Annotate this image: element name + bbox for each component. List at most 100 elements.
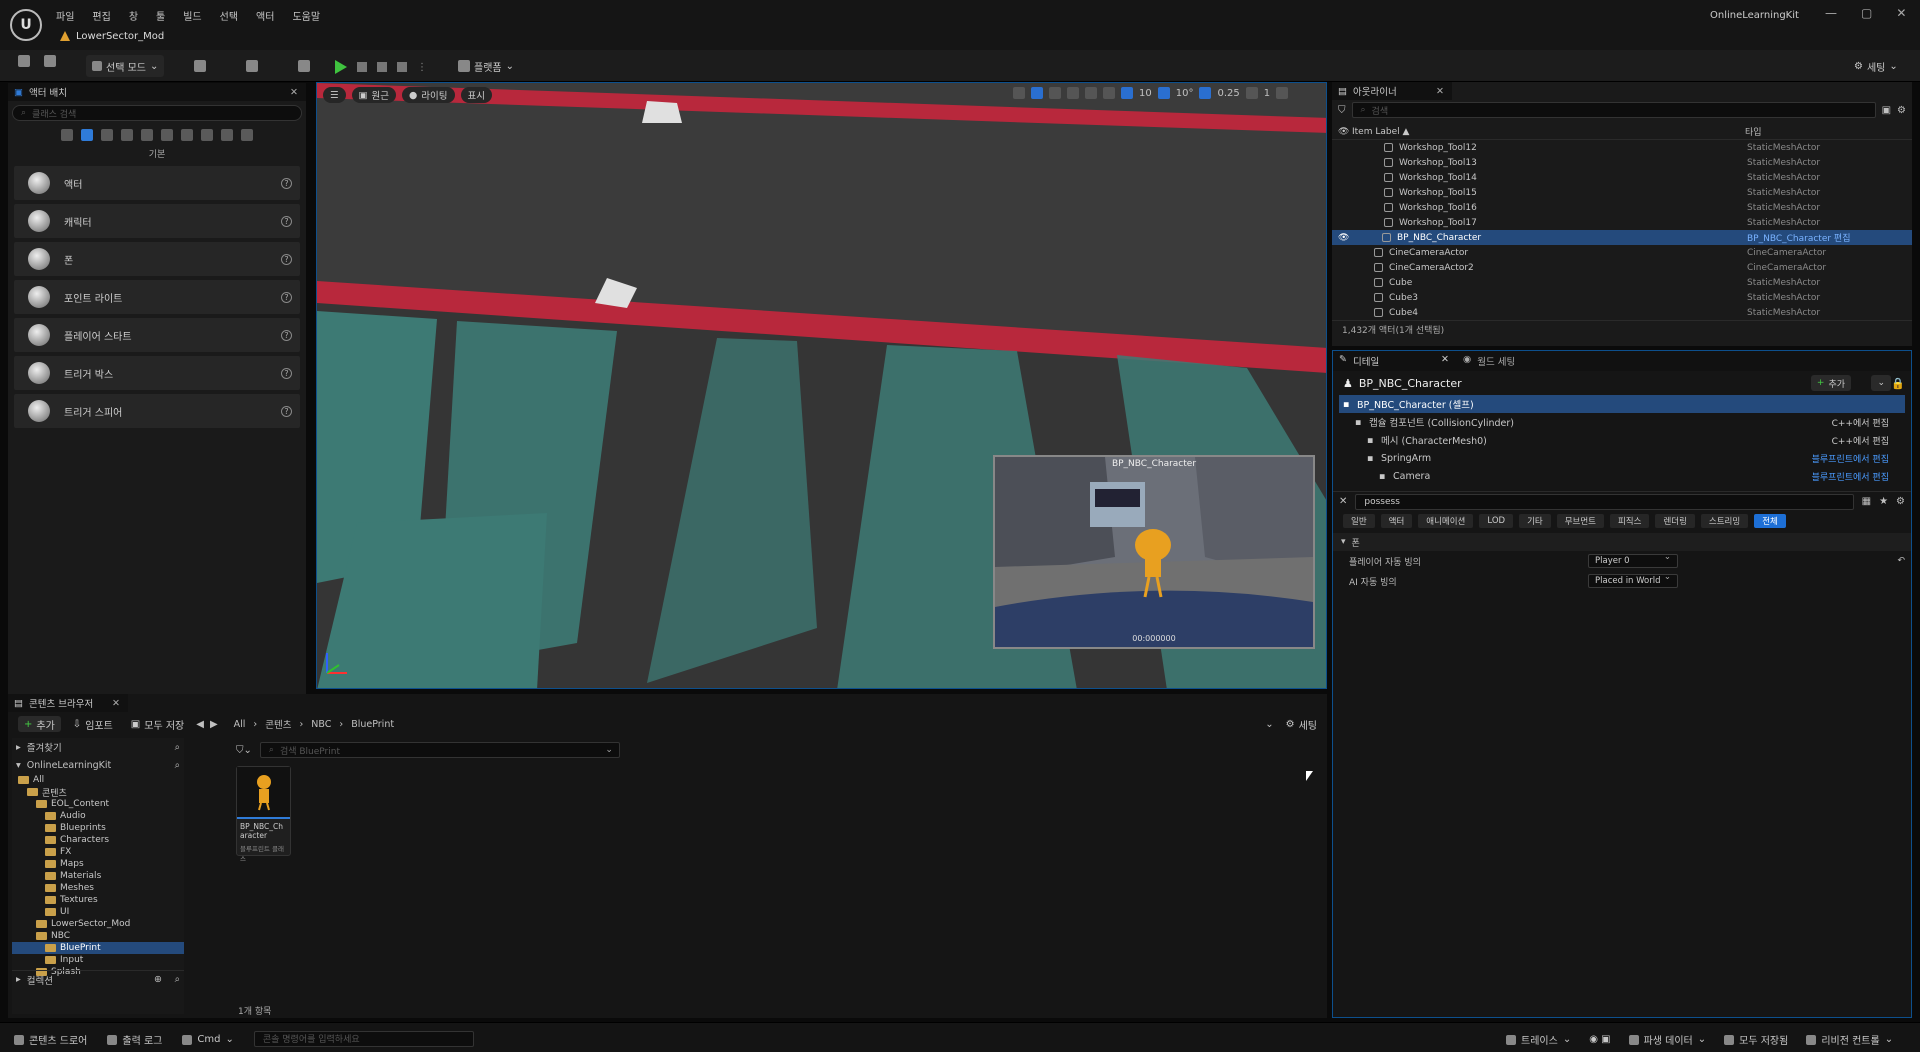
show-button[interactable]: 표시 <box>460 87 493 103</box>
import-button[interactable]: ⇩ 임포트 <box>67 716 119 732</box>
reset-icon[interactable]: ↶ <box>1897 556 1905 566</box>
layout-icon[interactable] <box>1276 87 1289 99</box>
level-viewport[interactable]: ☰ ▣ 원근 ● 라이팅 표시 10 10° 0.25 1 BP_NBC_Cha… <box>316 82 1327 689</box>
folder-tree-item[interactable]: Input <box>12 954 184 966</box>
cmd-dropdown[interactable]: Cmd ⌄ <box>182 1034 234 1045</box>
visibility-icon[interactable]: 👁 <box>1338 127 1349 137</box>
shapes-icon[interactable] <box>121 129 133 141</box>
console-input[interactable]: 콘솔 명령어를 입력하세요 <box>253 1030 474 1047</box>
viewport-menu-button[interactable]: ☰ <box>323 87 346 103</box>
filter-icon[interactable]: ⛉⌄ <box>236 745 252 756</box>
folder-tree-item[interactable]: EOL_Content <box>12 798 184 810</box>
eject-icon[interactable] <box>397 62 407 72</box>
search-icon[interactable]: ⌕ <box>175 742 180 753</box>
folder-tree-item[interactable]: BluePrint <box>12 942 184 954</box>
folder-tree-item[interactable]: FX <box>12 846 184 858</box>
lights-icon[interactable] <box>101 129 113 141</box>
add-collection-icon[interactable]: ⊕ <box>154 974 162 985</box>
cinematic-icon[interactable] <box>141 129 153 141</box>
level-tab[interactable]: LowerSector_Mod <box>60 28 164 44</box>
breadcrumb-item[interactable]: All <box>234 719 246 730</box>
folder-tree-item[interactable]: 콘텐츠 <box>12 786 184 799</box>
property-dropdown[interactable]: Placed in World <box>1588 572 1678 588</box>
play-icon[interactable] <box>335 60 347 74</box>
gear-icon[interactable]: ⚙ <box>1897 105 1906 116</box>
help-icon[interactable]: ? <box>281 329 292 341</box>
blueprint-options-button[interactable]: ⌄ <box>1871 375 1891 391</box>
translate-tool-icon[interactable] <box>1031 87 1043 99</box>
actor-list-item[interactable]: 폰? <box>14 242 300 276</box>
property-dropdown[interactable]: Player 0 <box>1588 552 1678 568</box>
outliner-row[interactable]: Cube4 StaticMeshActor <box>1332 305 1912 320</box>
close-icon[interactable]: ✕ <box>290 87 298 98</box>
folder-tree-item[interactable]: Meshes <box>12 882 184 894</box>
perspective-button[interactable]: ▣ 원근 <box>351 87 396 103</box>
menu-item[interactable]: 창 <box>129 8 138 23</box>
component-row[interactable]: ▪ Camera 블루프린트에서 편집 <box>1339 467 1905 485</box>
history-forward-icon[interactable]: ▶ <box>210 719 218 730</box>
project-header[interactable]: ▾ OnlineLearningKit ⌕ <box>12 756 184 774</box>
rotation-snap-value[interactable]: 10° <box>1176 88 1194 99</box>
close-icon[interactable]: ✕ <box>1441 354 1449 368</box>
component-row[interactable]: ▪ BP_NBC_Character (셀프) <box>1339 395 1905 413</box>
filter-tab[interactable]: 전체 <box>1754 514 1786 528</box>
actor-list-item[interactable]: 트리거 박스? <box>14 356 300 390</box>
more-options-icon[interactable]: ⋮ <box>417 62 427 73</box>
folder-tree-item[interactable]: UI <box>12 906 184 918</box>
star-icon[interactable]: ★ <box>1879 496 1888 507</box>
folder-tree-item[interactable]: NBC <box>12 930 184 942</box>
outliner-row[interactable]: Workshop_Tool16 StaticMeshActor <box>1332 200 1912 215</box>
component-edit-link[interactable]: C++에서 편집 <box>1832 434 1889 447</box>
table-view-icon[interactable]: ▦ <box>1862 496 1871 507</box>
filter-tab[interactable]: 피직스 <box>1609 514 1650 528</box>
filter-tab[interactable]: 기타 <box>1519 514 1551 528</box>
add-folder-icon[interactable]: ▣ <box>1882 105 1891 116</box>
folder-tree-item[interactable]: Maps <box>12 858 184 870</box>
outliner-row[interactable]: CineCameraActor2 CineCameraActor <box>1332 260 1912 275</box>
collections-header[interactable]: ▸ 컬렉션 ⊕ ⌕ <box>12 970 184 988</box>
close-icon[interactable]: ✕ <box>1896 6 1906 20</box>
lock-icon[interactable]: 🔒 <box>1891 377 1905 390</box>
output-log-button[interactable]: 출력 로그 <box>107 1032 162 1047</box>
actor-list-item[interactable]: 포인트 라이트? <box>14 280 300 314</box>
filter-tab[interactable]: 액터 <box>1380 514 1413 528</box>
visibility-icon[interactable]: 👁 <box>1338 233 1349 243</box>
world-settings-tab[interactable]: ◉ 월드 세팅 <box>1463 354 1515 368</box>
pawn-section-header[interactable]: ▾ 폰 <box>1333 533 1911 551</box>
class-search-input[interactable]: ⌕ 클래스 검색 <box>12 105 302 121</box>
favorites-header[interactable]: ▸ 즐겨찾기 ⌕ <box>12 738 184 756</box>
maximize-icon[interactable]: ▢ <box>1861 6 1872 20</box>
filter-tab[interactable]: 무브먼트 <box>1556 514 1604 528</box>
details-tab[interactable]: ✎ 디테일 ✕ <box>1339 354 1449 368</box>
add-component-button[interactable]: + 추가 <box>1810 375 1851 391</box>
menu-item[interactable]: 파일 <box>56 8 74 23</box>
help-icon[interactable]: ? <box>281 253 292 265</box>
minimize-icon[interactable]: — <box>1825 6 1837 20</box>
folder-tree-item[interactable]: Audio <box>12 810 184 822</box>
close-icon[interactable]: ✕ <box>1436 86 1444 97</box>
folder-tree-item[interactable]: Materials <box>12 870 184 882</box>
folder-tree-item[interactable]: LowerSector_Mod <box>12 918 184 930</box>
menu-item[interactable]: 편집 <box>92 8 110 23</box>
scale-snap-icon[interactable] <box>1199 87 1212 99</box>
column-label-header[interactable]: Item Label ▲ <box>1352 127 1409 137</box>
filter-tab[interactable]: 스트리밍 <box>1700 514 1749 528</box>
component-row[interactable]: ▪ 메시 (CharacterMesh0) C++에서 편집 <box>1339 431 1905 449</box>
stop-icon[interactable] <box>377 62 387 72</box>
column-type-header[interactable]: 타입 <box>1745 125 1762 138</box>
content-drawer-button[interactable]: 콘텐츠 드로어 <box>14 1032 87 1047</box>
outliner-row[interactable]: Cube StaticMeshActor <box>1332 275 1912 290</box>
details-search-input[interactable]: possess <box>1355 493 1854 510</box>
place-actors-tab[interactable]: ▣ 액터 배치 ✕ <box>8 83 306 101</box>
component-row[interactable]: ▪ SpringArm 블루프린트에서 편집 <box>1339 449 1905 467</box>
grid-snap-value[interactable]: 10 <box>1139 88 1152 99</box>
breadcrumb-item[interactable]: NBC <box>311 719 331 730</box>
blueprint-icon[interactable] <box>246 60 258 72</box>
outliner-row[interactable]: CineCameraActor CineCameraActor <box>1332 245 1912 260</box>
browse-icon[interactable] <box>44 55 56 67</box>
outliner-search-input[interactable]: ⌕ 검색 <box>1351 102 1876 118</box>
menu-item[interactable]: 선택 <box>220 8 238 23</box>
folder-tree-item[interactable]: Characters <box>12 834 184 846</box>
filter-tab[interactable]: 일반 <box>1343 514 1375 528</box>
help-icon[interactable]: ? <box>281 405 292 417</box>
